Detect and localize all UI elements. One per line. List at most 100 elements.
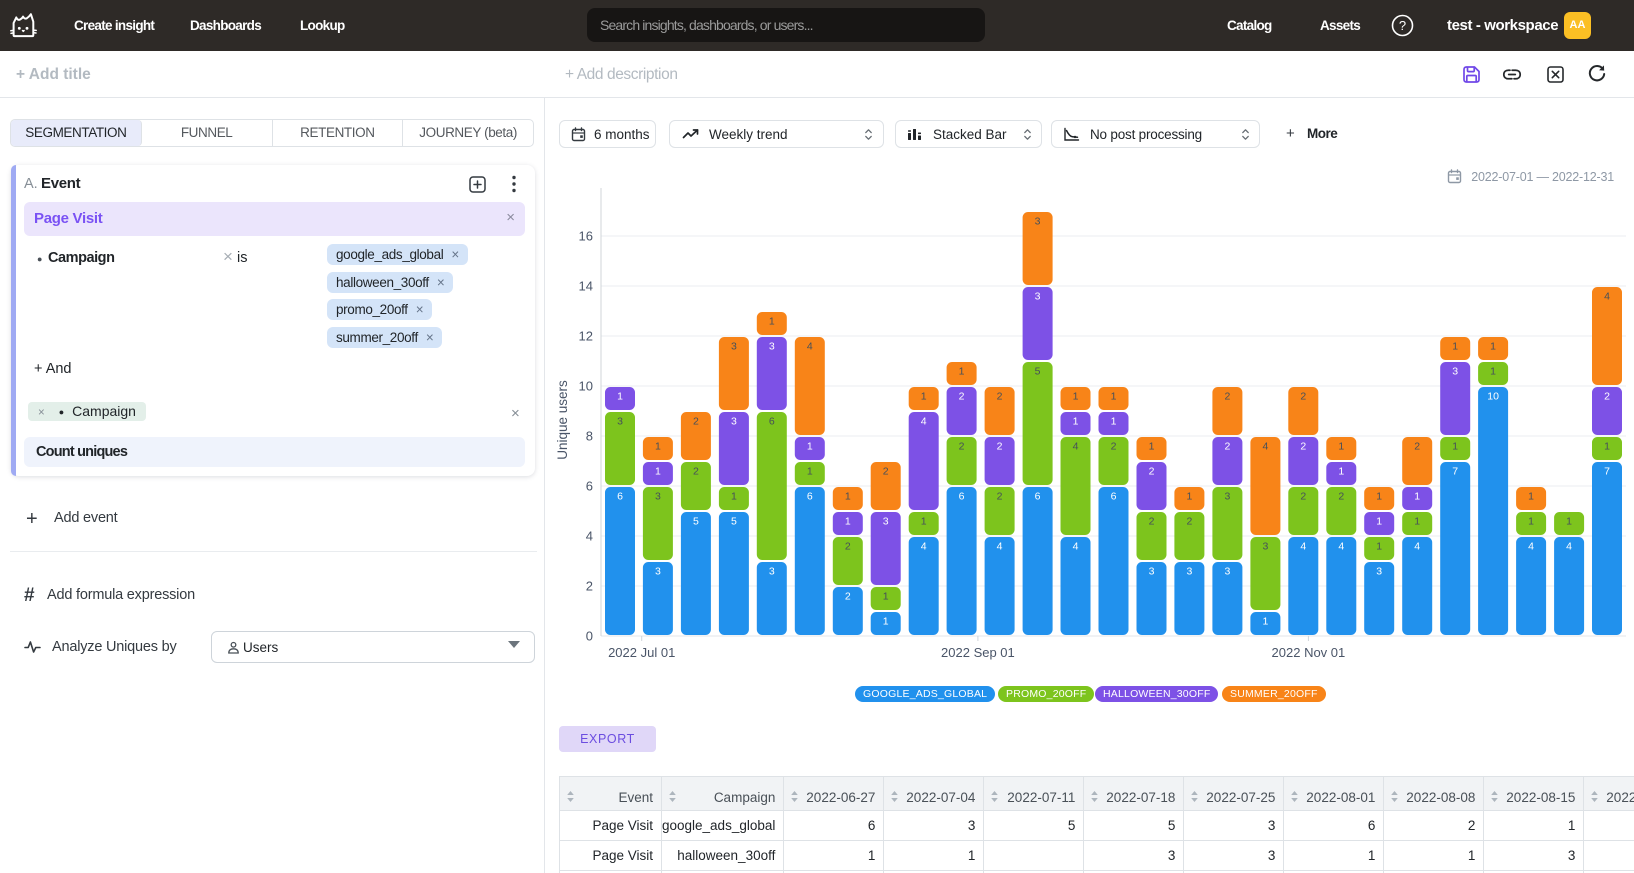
svg-text:1: 1 (1111, 416, 1117, 428)
svg-text:1: 1 (1604, 441, 1610, 453)
svg-text:4: 4 (1262, 441, 1268, 453)
svg-text:1: 1 (845, 516, 851, 528)
svg-text:3: 3 (731, 416, 737, 428)
svg-text:1: 1 (1073, 391, 1079, 403)
svg-text:1: 1 (655, 466, 661, 478)
svg-text:2: 2 (1338, 491, 1344, 503)
svg-text:3: 3 (655, 566, 661, 578)
svg-text:0: 0 (586, 629, 593, 644)
svg-text:1: 1 (807, 441, 813, 453)
svg-text:1: 1 (769, 316, 775, 328)
svg-text:2: 2 (959, 391, 965, 403)
svg-text:6: 6 (617, 491, 623, 503)
svg-text:1: 1 (1528, 516, 1534, 528)
svg-text:3: 3 (769, 566, 775, 578)
svg-text:10: 10 (579, 379, 593, 394)
svg-text:14: 14 (579, 279, 593, 294)
svg-text:4: 4 (1338, 541, 1344, 553)
svg-text:6: 6 (1111, 491, 1117, 503)
svg-text:1: 1 (1376, 491, 1382, 503)
svg-text:2: 2 (693, 416, 699, 428)
svg-text:3: 3 (1452, 366, 1458, 378)
svg-text:2: 2 (1186, 516, 1192, 528)
svg-text:2: 2 (1224, 391, 1230, 403)
svg-text:3: 3 (1186, 566, 1192, 578)
svg-text:2: 2 (1300, 391, 1306, 403)
svg-text:3: 3 (731, 341, 737, 353)
svg-text:2: 2 (1300, 441, 1306, 453)
svg-text:4: 4 (921, 541, 927, 553)
svg-text:3: 3 (1035, 216, 1041, 228)
svg-text:12: 12 (579, 329, 593, 344)
svg-text:1: 1 (959, 366, 965, 378)
svg-text:1: 1 (1262, 616, 1268, 628)
svg-text:1: 1 (1186, 491, 1192, 503)
svg-text:2: 2 (1224, 441, 1230, 453)
svg-text:2: 2 (845, 591, 851, 603)
svg-text:3: 3 (1224, 566, 1230, 578)
svg-text:4: 4 (1073, 441, 1079, 453)
svg-text:Unique users: Unique users (555, 380, 570, 460)
svg-text:1: 1 (1414, 491, 1420, 503)
svg-text:2: 2 (693, 466, 699, 478)
svg-text:2: 2 (959, 441, 965, 453)
svg-text:4: 4 (586, 529, 593, 544)
svg-text:1: 1 (1414, 516, 1420, 528)
svg-text:8: 8 (586, 429, 593, 444)
svg-text:2022 Sep 01: 2022 Sep 01 (941, 645, 1015, 660)
svg-text:1: 1 (921, 391, 927, 403)
svg-text:4: 4 (807, 341, 813, 353)
svg-text:3: 3 (769, 341, 775, 353)
svg-text:3: 3 (1149, 566, 1155, 578)
svg-text:3: 3 (1035, 291, 1041, 303)
svg-text:4: 4 (1604, 291, 1610, 303)
svg-text:4: 4 (1300, 541, 1306, 553)
svg-text:1: 1 (1376, 541, 1382, 553)
svg-text:?: ? (1399, 18, 1406, 33)
svg-text:1: 1 (1111, 391, 1117, 403)
svg-text:1: 1 (1149, 441, 1155, 453)
svg-text:4: 4 (921, 416, 927, 428)
svg-text:1: 1 (1490, 341, 1496, 353)
svg-text:4: 4 (1566, 541, 1572, 553)
svg-text:1: 1 (1566, 516, 1572, 528)
svg-text:2: 2 (997, 391, 1003, 403)
svg-text:2: 2 (1414, 441, 1420, 453)
svg-text:3: 3 (655, 491, 661, 503)
svg-text:1: 1 (807, 466, 813, 478)
svg-text:10: 10 (1487, 391, 1499, 403)
svg-text:1: 1 (617, 391, 623, 403)
svg-text:3: 3 (1262, 541, 1268, 553)
svg-text:5: 5 (731, 516, 737, 528)
svg-text:1: 1 (845, 491, 851, 503)
svg-text:3: 3 (1224, 491, 1230, 503)
svg-text:2: 2 (883, 466, 889, 478)
svg-text:2: 2 (1149, 466, 1155, 478)
svg-text:1: 1 (1490, 366, 1496, 378)
svg-text:1: 1 (883, 591, 889, 603)
svg-text:6: 6 (769, 416, 775, 428)
svg-text:2: 2 (1604, 391, 1610, 403)
svg-text:1: 1 (1528, 491, 1534, 503)
svg-text:1: 1 (1338, 441, 1344, 453)
svg-text:4: 4 (1528, 541, 1534, 553)
svg-text:1: 1 (1452, 341, 1458, 353)
svg-text:2: 2 (1300, 491, 1306, 503)
svg-text:2: 2 (997, 441, 1003, 453)
svg-text:2: 2 (1111, 441, 1117, 453)
svg-text:4: 4 (1073, 541, 1079, 553)
svg-text:5: 5 (1035, 366, 1041, 378)
svg-text:1: 1 (1073, 416, 1079, 428)
svg-text:1: 1 (1338, 466, 1344, 478)
svg-text:6: 6 (586, 479, 593, 494)
svg-text:2: 2 (586, 579, 593, 594)
svg-text:16: 16 (579, 229, 593, 244)
svg-text:4: 4 (997, 541, 1003, 553)
svg-text:6: 6 (1035, 491, 1041, 503)
svg-text:2: 2 (1149, 516, 1155, 528)
svg-text:5: 5 (693, 516, 699, 528)
svg-text:3: 3 (1376, 566, 1382, 578)
svg-text:1: 1 (1376, 516, 1382, 528)
svg-text:1: 1 (655, 441, 661, 453)
svg-text:3: 3 (617, 416, 623, 428)
